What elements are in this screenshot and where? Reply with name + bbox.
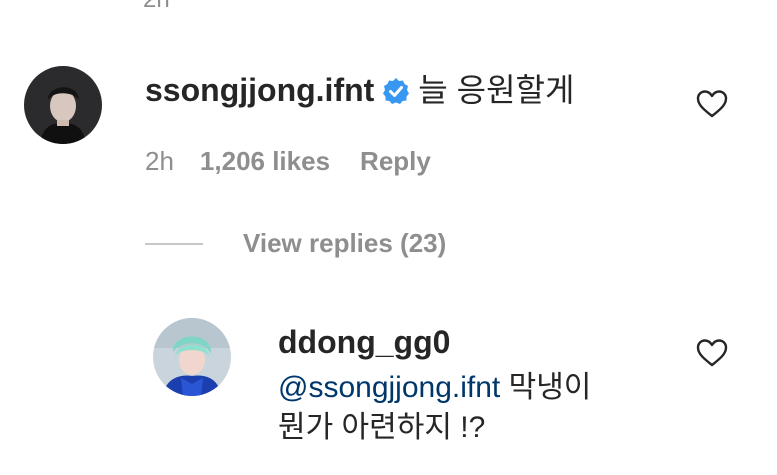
comment-line: ssongjjong.ifnt 늘 응원할게 [145, 70, 574, 110]
comment-username[interactable]: ssongjjong.ifnt [145, 72, 374, 108]
reply-button[interactable]: Reply [360, 146, 431, 177]
comment-meta: 2h 1,206 likes Reply [145, 146, 431, 177]
comment-time: 2h [145, 146, 174, 176]
previous-comment-time: 2h [143, 0, 170, 14]
verified-badge-icon [382, 77, 410, 105]
comment-text: 늘 응원할게 [418, 72, 575, 108]
reply-like-heart-icon[interactable] [696, 338, 728, 368]
reply-username[interactable]: ddong_gg0 [278, 324, 450, 361]
avatar[interactable] [24, 66, 102, 144]
like-heart-icon[interactable] [696, 89, 728, 119]
comment-likes[interactable]: 1,206 likes [200, 146, 330, 177]
reply-avatar[interactable] [153, 318, 231, 396]
avatar-photo-ddong [153, 318, 231, 396]
avatar-photo-ssongjjong [24, 66, 102, 144]
replies-divider [145, 243, 203, 245]
reply-mention-link[interactable]: @ssongjjong.ifnt [278, 371, 500, 404]
view-replies-button[interactable]: View replies (23) [243, 228, 446, 259]
reply-text: @ssongjjong.ifnt 막냉이 뭔가 아련하지 !? [278, 368, 678, 448]
